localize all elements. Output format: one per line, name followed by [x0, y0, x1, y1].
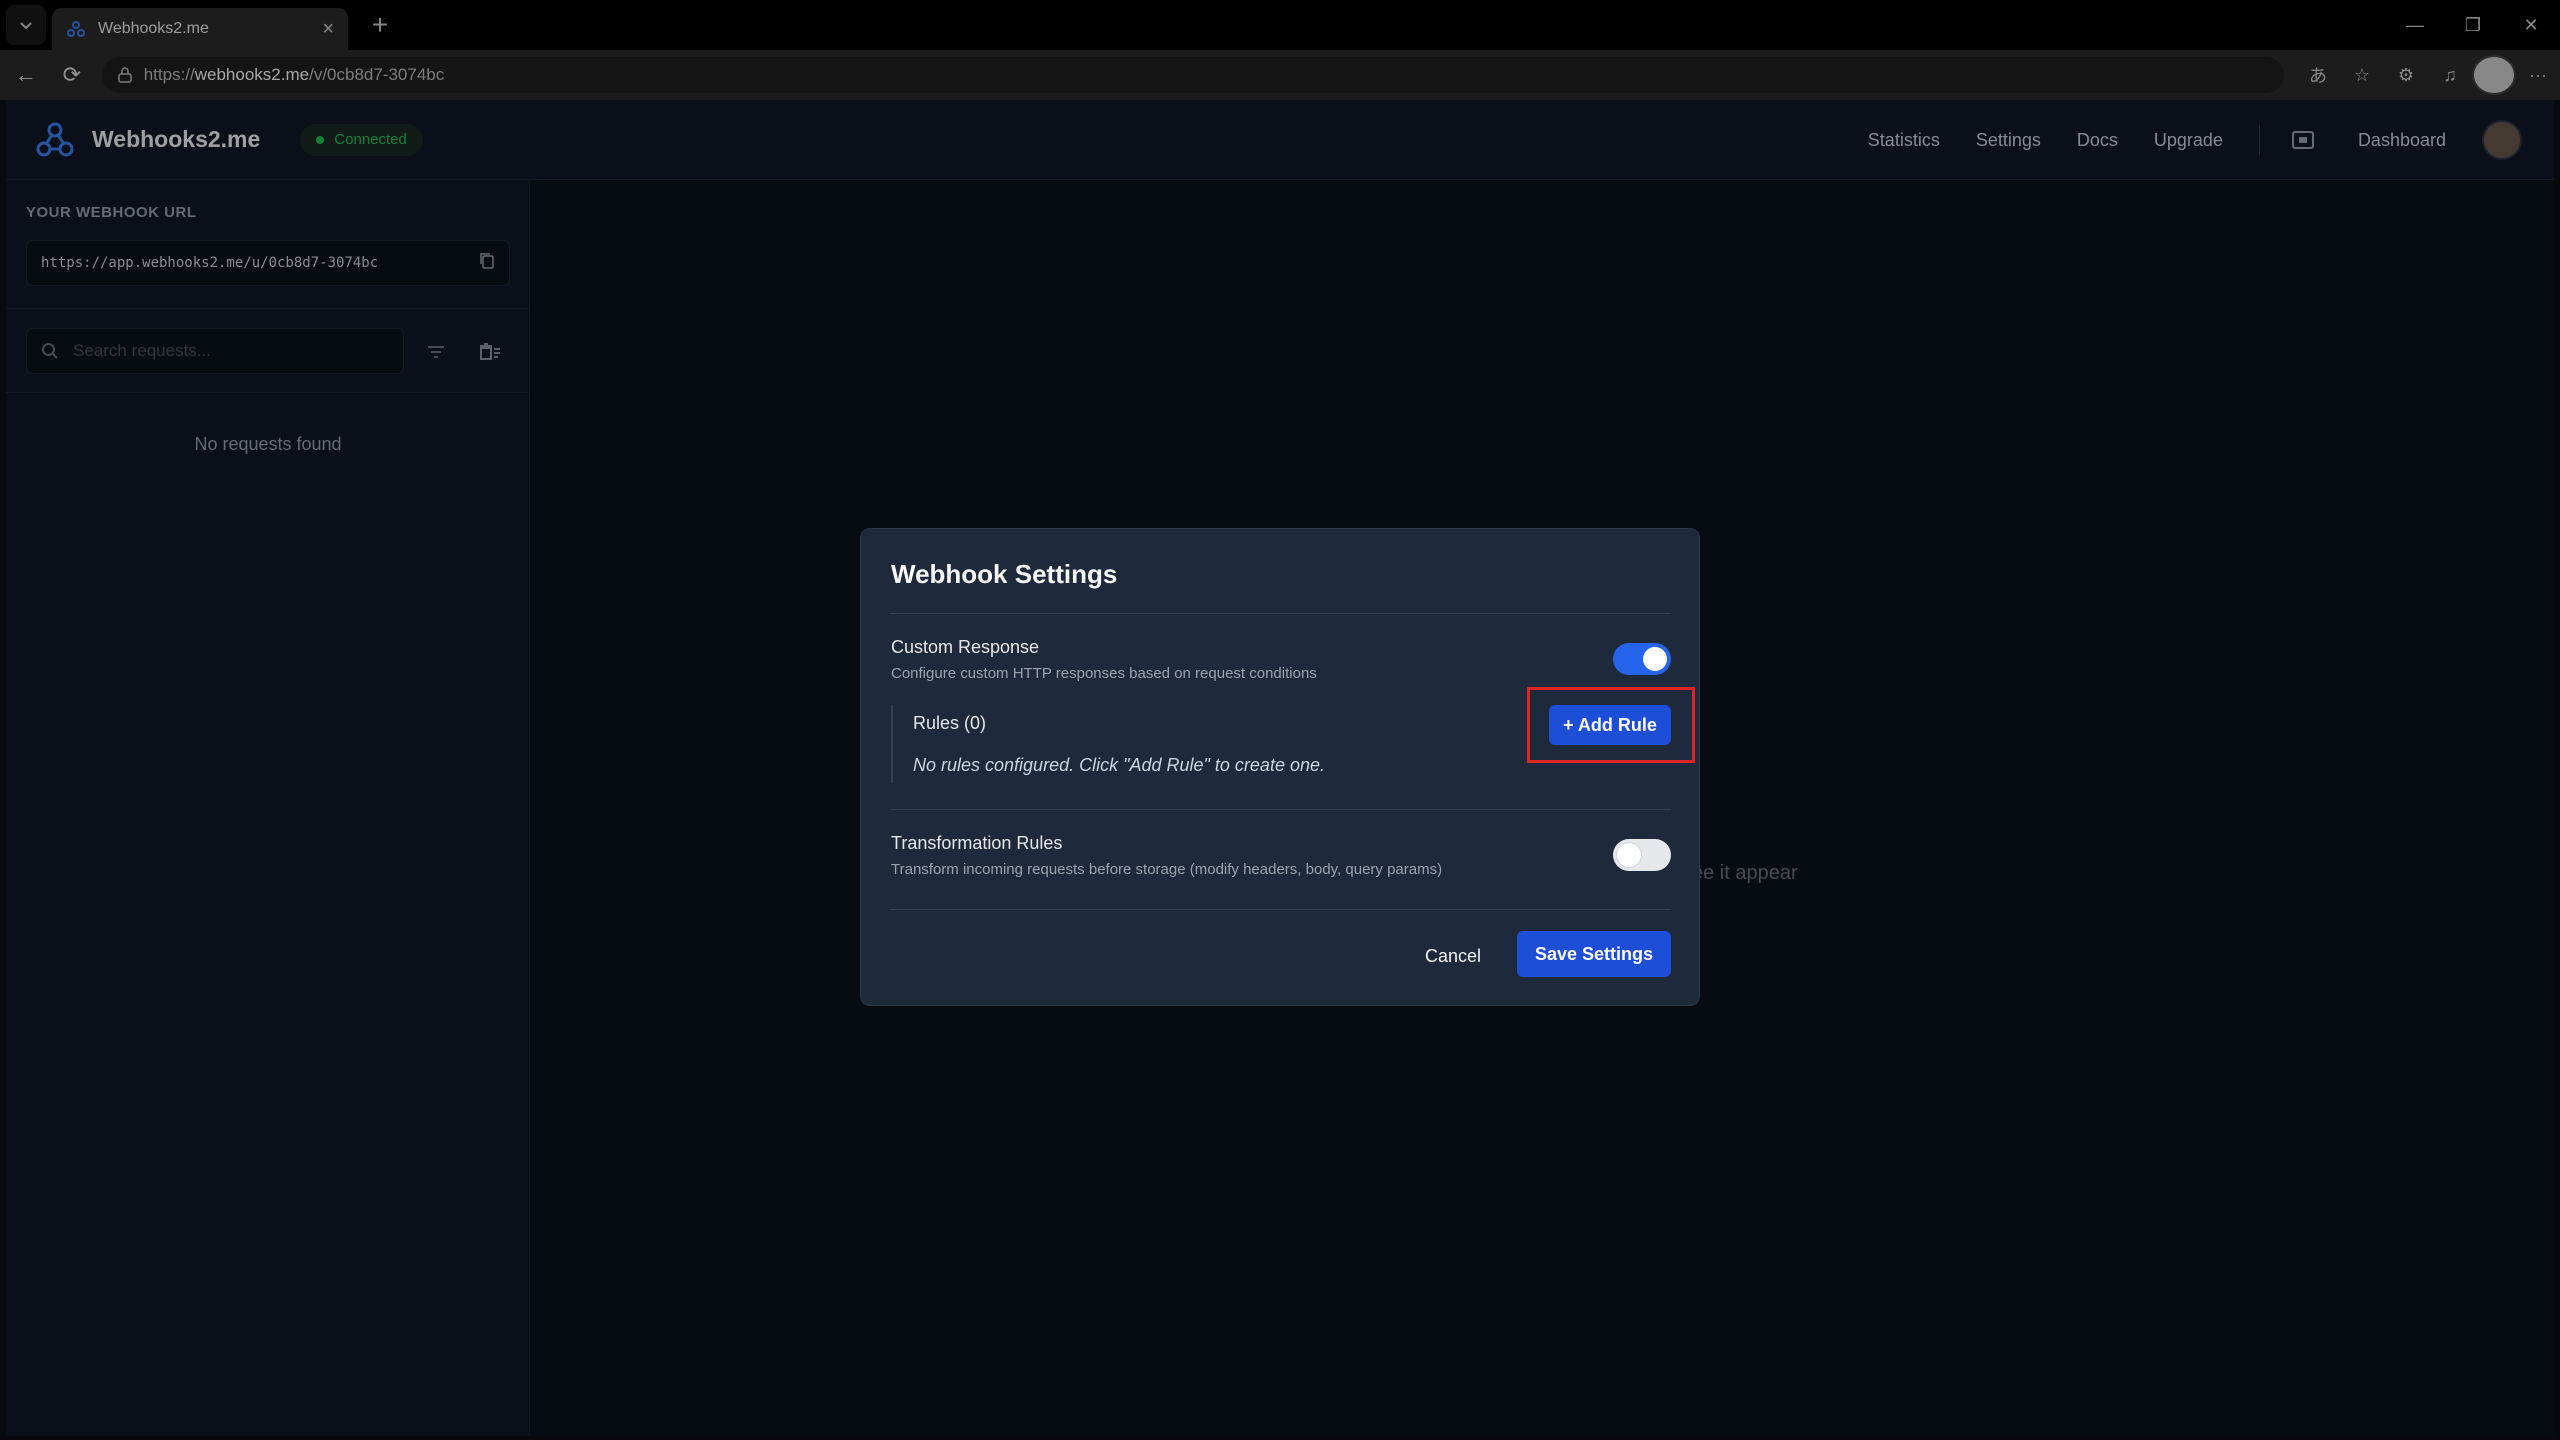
transformation-rules-description: Transform incoming requests before stora… — [891, 861, 1443, 878]
toggle-knob — [1617, 843, 1641, 867]
webhook-settings-modal: Webhook Settings Custom Response Configu… — [860, 528, 1700, 1006]
toggle-knob — [1643, 647, 1667, 671]
rules-title: Rules (0) — [913, 713, 987, 733]
custom-response-description: Configure custom HTTP responses based on… — [891, 665, 1317, 682]
modal-divider-bottom — [891, 909, 1671, 910]
modal-title: Webhook Settings — [891, 559, 1118, 589]
rules-empty-text: No rules configured. Click "Add Rule" to… — [913, 755, 1325, 775]
transformation-rules-toggle[interactable] — [1613, 839, 1671, 871]
add-rule-button[interactable]: + Add Rule — [1549, 705, 1671, 745]
custom-response-toggle[interactable] — [1613, 643, 1671, 675]
modal-divider-top — [891, 613, 1671, 614]
save-settings-button[interactable]: Save Settings — [1517, 931, 1671, 977]
transformation-rules-title: Transformation Rules — [891, 833, 1063, 853]
modal-divider-middle — [891, 809, 1671, 810]
cancel-button[interactable]: Cancel — [1411, 935, 1495, 977]
custom-response-title: Custom Response — [891, 637, 1040, 657]
